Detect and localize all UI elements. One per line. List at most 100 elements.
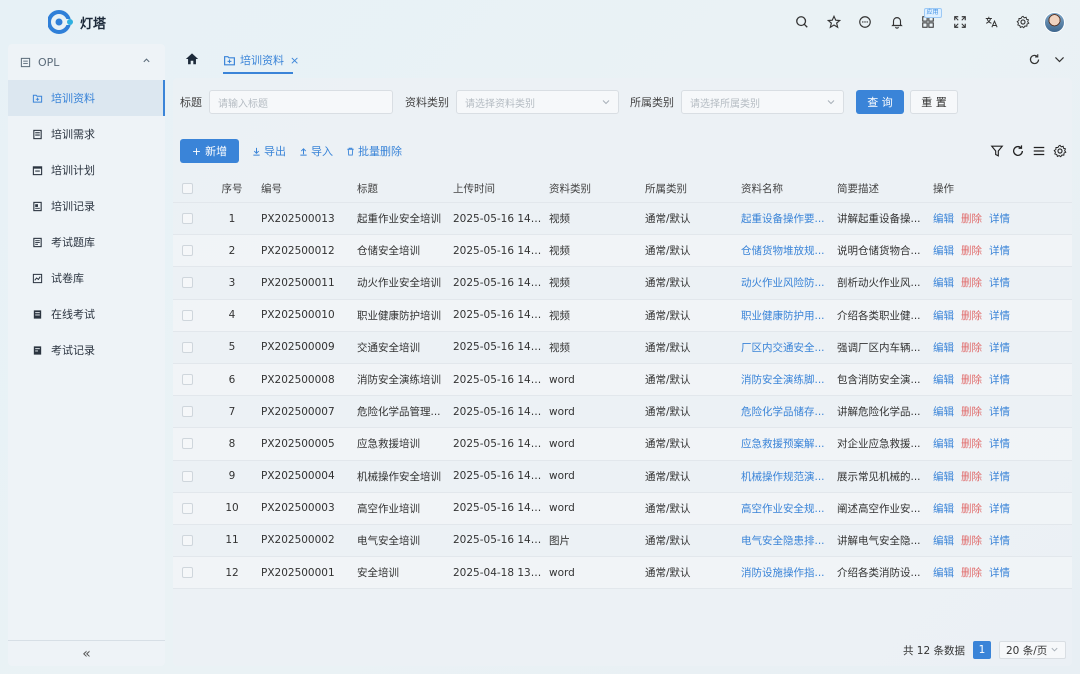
delete-button[interactable]: 删除 bbox=[961, 243, 982, 258]
delete-button[interactable]: 删除 bbox=[961, 404, 982, 419]
row-checkbox[interactable] bbox=[182, 502, 193, 514]
row-checkbox[interactable] bbox=[182, 341, 193, 353]
delete-button[interactable]: 删除 bbox=[961, 308, 982, 323]
edit-button[interactable]: 编辑 bbox=[933, 404, 954, 419]
row-material-name-link[interactable]: 仓储货物堆放规... bbox=[736, 243, 832, 258]
delete-button[interactable]: 删除 bbox=[961, 565, 982, 580]
gear-icon[interactable] bbox=[1007, 11, 1039, 33]
edit-button[interactable]: 编辑 bbox=[933, 565, 954, 580]
select-all-checkbox[interactable] bbox=[182, 183, 193, 194]
message-icon[interactable] bbox=[850, 11, 882, 33]
detail-button[interactable]: 详情 bbox=[989, 501, 1010, 516]
detail-button[interactable]: 详情 bbox=[989, 211, 1010, 226]
detail-button[interactable]: 详情 bbox=[989, 533, 1010, 548]
sidebar-item-training-records[interactable]: 培训记录 bbox=[8, 188, 165, 224]
edit-button[interactable]: 编辑 bbox=[933, 372, 954, 387]
delete-button[interactable]: 删除 bbox=[961, 340, 982, 355]
reset-button[interactable]: 重 置 bbox=[910, 90, 958, 114]
page-size-select[interactable]: 20 条/页 bbox=[999, 641, 1066, 659]
row-material-name-link[interactable]: 消防安全演练脚... bbox=[736, 372, 832, 387]
refresh-icon[interactable] bbox=[1011, 144, 1025, 158]
row-checkbox[interactable] bbox=[182, 277, 193, 289]
sidebar-collapse-button[interactable]: « bbox=[8, 640, 165, 666]
row-material-name-link[interactable]: 电气安全隐患排... bbox=[736, 533, 832, 548]
edit-button[interactable]: 编辑 bbox=[933, 469, 954, 484]
translate-icon[interactable] bbox=[976, 11, 1008, 33]
edit-button[interactable]: 编辑 bbox=[933, 340, 954, 355]
sidebar-group-opl[interactable]: OPL bbox=[8, 44, 165, 80]
sidebar-item-online-exam[interactable]: 在线考试 bbox=[8, 296, 165, 332]
edit-button[interactable]: 编辑 bbox=[933, 436, 954, 451]
batch-delete-button[interactable]: 批量删除 bbox=[346, 143, 402, 159]
detail-button[interactable]: 详情 bbox=[989, 340, 1010, 355]
row-checkbox[interactable] bbox=[182, 309, 193, 321]
edit-button[interactable]: 编辑 bbox=[933, 501, 954, 516]
edit-button[interactable]: 编辑 bbox=[933, 275, 954, 290]
query-button[interactable]: 查 询 bbox=[856, 90, 904, 114]
type-select[interactable]: 请选择资料类别 bbox=[456, 90, 619, 114]
sidebar-item-training-needs[interactable]: 培训需求 bbox=[8, 116, 165, 152]
row-material-name-link[interactable]: 职业健康防护用... bbox=[736, 308, 832, 323]
app-logo[interactable]: 灯塔 bbox=[47, 10, 106, 34]
tab-training-materials[interactable]: 培训资料 × bbox=[223, 52, 299, 68]
user-avatar[interactable] bbox=[1039, 11, 1071, 33]
row-material-name-link[interactable]: 动火作业风险防... bbox=[736, 275, 832, 290]
row-material-name-link[interactable]: 起重设备操作要... bbox=[736, 211, 832, 226]
row-material-name-link[interactable]: 厂区内交通安全... bbox=[736, 340, 832, 355]
detail-button[interactable]: 详情 bbox=[989, 243, 1010, 258]
search-icon[interactable] bbox=[787, 11, 819, 33]
sidebar-item-question-bank[interactable]: 考试题库 bbox=[8, 224, 165, 260]
row-material-name-link[interactable]: 高空作业安全规... bbox=[736, 501, 832, 516]
detail-button[interactable]: 详情 bbox=[989, 372, 1010, 387]
apps-icon[interactable]: 应用 bbox=[913, 8, 945, 33]
sidebar-item-training-materials[interactable]: 培训资料 bbox=[8, 80, 165, 116]
detail-button[interactable]: 详情 bbox=[989, 308, 1010, 323]
title-input[interactable]: 请输入标题 bbox=[209, 90, 393, 114]
tab-close-button[interactable]: × bbox=[290, 54, 299, 67]
columns-menu-icon[interactable] bbox=[1032, 144, 1046, 158]
edit-button[interactable]: 编辑 bbox=[933, 211, 954, 226]
import-button[interactable]: 导入 bbox=[299, 143, 333, 159]
filter-icon[interactable] bbox=[990, 144, 1004, 158]
row-checkbox[interactable] bbox=[182, 567, 193, 579]
sidebar-item-training-plan[interactable]: 培训计划 bbox=[8, 152, 165, 188]
row-checkbox[interactable] bbox=[182, 534, 193, 546]
page-1-button[interactable]: 1 bbox=[973, 641, 991, 659]
row-checkbox[interactable] bbox=[182, 438, 193, 450]
detail-button[interactable]: 详情 bbox=[989, 469, 1010, 484]
row-material-name-link[interactable]: 危险化学品储存... bbox=[736, 404, 832, 419]
edit-button[interactable]: 编辑 bbox=[933, 533, 954, 548]
home-icon[interactable] bbox=[185, 52, 199, 69]
row-checkbox[interactable] bbox=[182, 470, 193, 482]
sidebar-item-paper-library[interactable]: 试卷库 bbox=[8, 260, 165, 296]
delete-button[interactable]: 删除 bbox=[961, 372, 982, 387]
detail-button[interactable]: 详情 bbox=[989, 436, 1010, 451]
add-button[interactable]: + 新增 bbox=[180, 139, 239, 163]
export-button[interactable]: 导出 bbox=[252, 143, 286, 159]
row-checkbox[interactable] bbox=[182, 406, 193, 418]
sidebar-item-exam-records[interactable]: 考试记录 bbox=[8, 332, 165, 368]
detail-button[interactable]: 详情 bbox=[989, 565, 1010, 580]
row-material-name-link[interactable]: 应急救援预案解... bbox=[736, 436, 832, 451]
chevron-down-icon[interactable] bbox=[1053, 53, 1066, 66]
detail-button[interactable]: 详情 bbox=[989, 404, 1010, 419]
delete-button[interactable]: 删除 bbox=[961, 469, 982, 484]
row-checkbox[interactable] bbox=[182, 245, 193, 257]
row-checkbox[interactable] bbox=[182, 213, 193, 225]
bell-icon[interactable] bbox=[881, 11, 913, 33]
row-material-name-link[interactable]: 消防设施操作指... bbox=[736, 565, 832, 580]
fullscreen-icon[interactable] bbox=[944, 11, 976, 33]
settings-icon[interactable] bbox=[1053, 144, 1067, 158]
detail-button[interactable]: 详情 bbox=[989, 275, 1010, 290]
edit-button[interactable]: 编辑 bbox=[933, 243, 954, 258]
refresh-icon[interactable] bbox=[1028, 53, 1041, 66]
row-material-name-link[interactable]: 机械操作规范演... bbox=[736, 469, 832, 484]
star-icon[interactable] bbox=[818, 11, 850, 33]
delete-button[interactable]: 删除 bbox=[961, 501, 982, 516]
delete-button[interactable]: 删除 bbox=[961, 533, 982, 548]
row-checkbox[interactable] bbox=[182, 374, 193, 386]
delete-button[interactable]: 删除 bbox=[961, 436, 982, 451]
category-select[interactable]: 请选择所属类别 bbox=[681, 90, 844, 114]
delete-button[interactable]: 删除 bbox=[961, 275, 982, 290]
edit-button[interactable]: 编辑 bbox=[933, 308, 954, 323]
